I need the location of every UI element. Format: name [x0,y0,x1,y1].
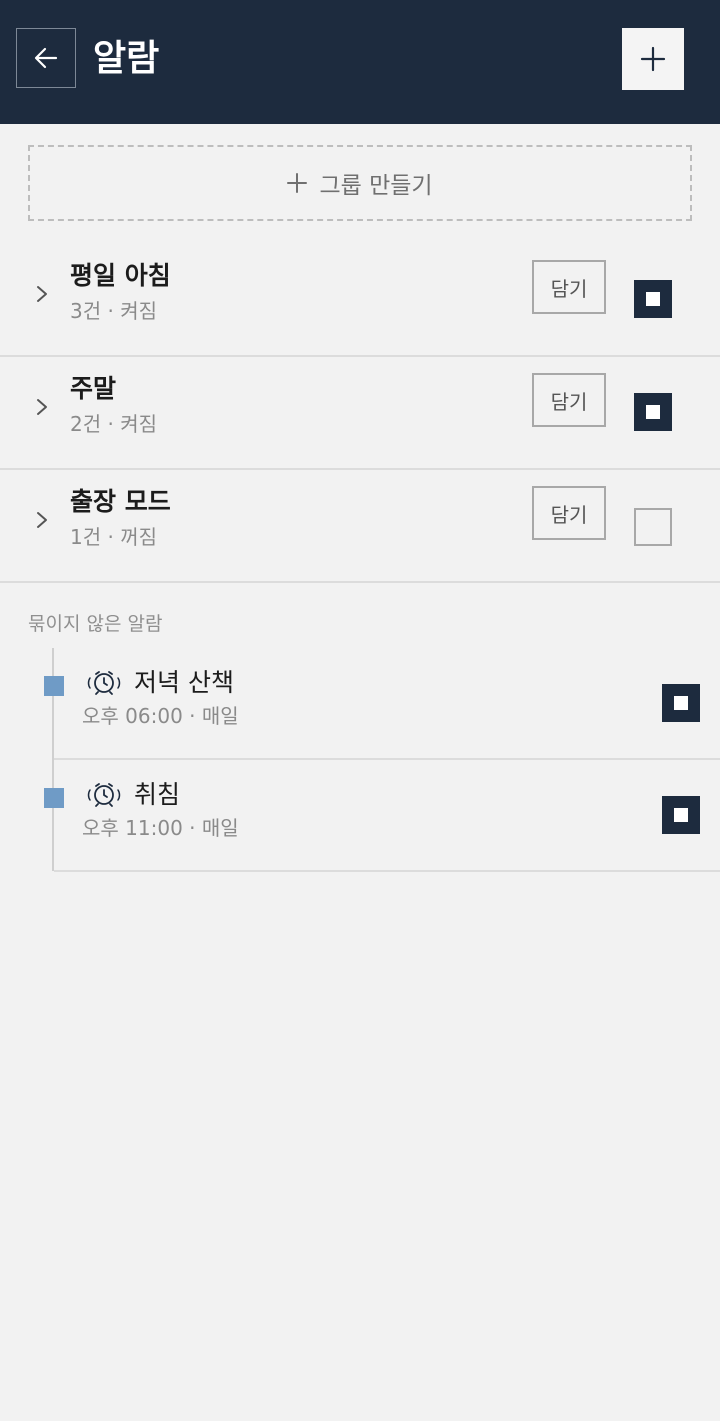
add-alarm-button[interactable] [622,28,684,90]
app-bar: 알람 [0,0,720,124]
plus-icon [640,46,666,72]
page-title: 알람 [93,38,160,79]
alarm-row[interactable]: 저녁 산책 오후 06:00 · 매일 [54,648,720,760]
alarm-name: 취침 [134,780,181,809]
create-group-label: 그룹 만들기 [319,173,433,199]
ungrouped-section-label: 묶이지 않은 알람 [28,613,163,635]
group-toggle-checkbox[interactable] [634,508,672,546]
alarm-schedule: 오후 11:00 · 매일 [82,816,239,840]
collect-button[interactable]: 담기 [532,373,606,427]
alarm-toggle-checkbox[interactable] [662,684,700,722]
chevron-right-icon[interactable] [34,282,50,306]
alarm-clock-icon [87,671,121,695]
group-name: 출장 모드 [70,487,171,516]
group-row[interactable]: 주말 2건 · 켜짐 담기 [0,357,720,470]
group-toggle-checkbox[interactable] [634,393,672,431]
group-row[interactable]: 평일 아침 3건 · 켜짐 담기 [0,244,720,357]
alarm-clock-icon [87,783,121,807]
group-name: 평일 아침 [70,261,171,290]
group-summary: 3건 · 켜짐 [70,299,158,323]
chevron-right-icon[interactable] [34,508,50,532]
alarm-toggle-checkbox[interactable] [662,796,700,834]
plus-icon [287,173,308,193]
group-name: 주말 [70,374,117,403]
alarm-schedule: 오후 06:00 · 매일 [82,704,239,728]
alarm-row[interactable]: 취침 오후 11:00 · 매일 [54,760,720,872]
create-group-button[interactable]: 그룹 만들기 [28,145,692,221]
group-row[interactable]: 출장 모드 1건 · 꺼짐 담기 [0,470,720,583]
group-toggle-checkbox[interactable] [634,280,672,318]
group-summary: 1건 · 꺼짐 [70,525,158,549]
chevron-right-icon[interactable] [34,395,50,419]
collect-button[interactable]: 담기 [532,260,606,314]
back-button[interactable] [16,28,76,88]
alarm-name: 저녁 산책 [134,668,234,697]
group-summary: 2건 · 켜짐 [70,412,158,436]
collect-button[interactable]: 담기 [532,486,606,540]
arrow-left-icon [34,47,58,69]
